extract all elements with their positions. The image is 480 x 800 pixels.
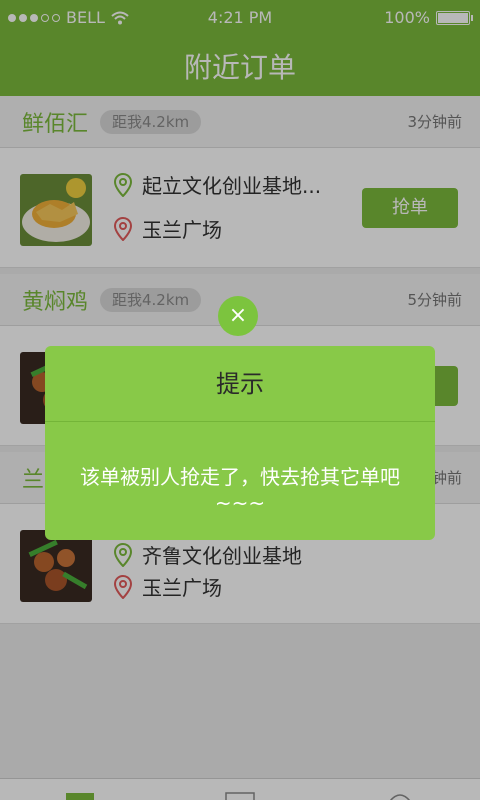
close-icon[interactable]: ×: [218, 296, 258, 336]
dialog-message: 该单被别人抢走了，快去抢其它单吧~~~: [80, 465, 400, 515]
dialog-title: 提示: [45, 346, 435, 422]
alert-dialog: 提示 该单被别人抢走了，快去抢其它单吧~~~: [45, 346, 435, 540]
